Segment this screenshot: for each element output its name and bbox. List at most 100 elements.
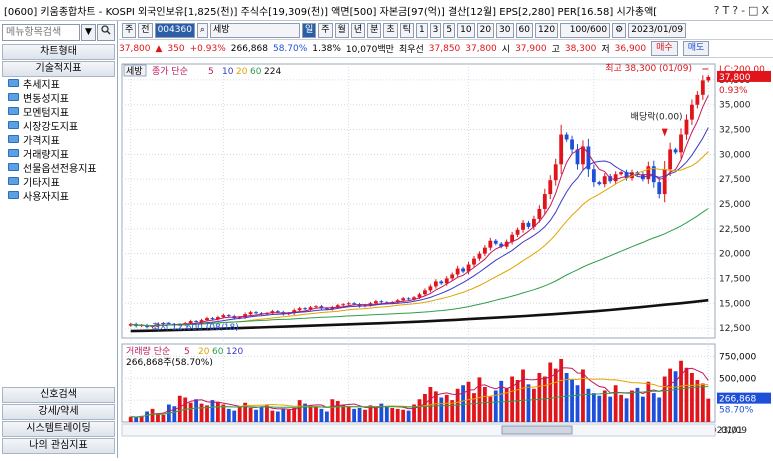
candle-body <box>673 149 678 153</box>
tree-item-volume[interactable]: 거래량지표 <box>2 146 115 161</box>
volume-bar <box>363 409 367 422</box>
text-icon[interactable]: T <box>722 4 729 17</box>
search-icon[interactable] <box>97 24 115 41</box>
candle-body <box>401 298 406 301</box>
volume-bar <box>177 395 182 422</box>
volume-bar <box>532 388 536 422</box>
candle-body <box>303 308 307 310</box>
system-trading-button[interactable]: 시스템트레이딩 <box>2 421 115 437</box>
interval-week-button[interactable]: 주 <box>318 22 333 38</box>
indicator-sidebar: 메뉴항목검색 ▼ 차트형태 기술적지표 추세지표 변동성지표 모멘텀지표 시장강… <box>0 21 118 458</box>
stock-name-field[interactable]: 세방 <box>209 22 300 38</box>
volume-bar <box>488 396 493 422</box>
volume-bar <box>335 401 340 422</box>
trade-amount: 10,070백만 <box>345 45 394 55</box>
interval-tick-button[interactable]: 틱 <box>399 22 414 38</box>
volume-bar <box>591 393 596 422</box>
candle-body <box>374 301 378 304</box>
candle-body <box>423 290 427 295</box>
bull-bear-button[interactable]: 강세/약세 <box>2 404 115 420</box>
search-icon[interactable]: ⌕ <box>196 22 208 38</box>
volume-bar <box>297 400 302 422</box>
candle-body <box>700 80 705 95</box>
close-icon[interactable]: X <box>761 4 769 17</box>
volume-bar <box>646 381 651 422</box>
interval-year-button[interactable]: 년 <box>350 22 366 38</box>
settings-icon[interactable]: ⚙ <box>612 22 627 38</box>
volume-bar <box>346 406 351 422</box>
tree-item-price[interactable]: 가격지표 <box>2 132 115 147</box>
stock-chart[interactable]: 37,50035,00032,50030,00027,50025,00022,5… <box>119 58 773 458</box>
interval-30-button[interactable]: 30 <box>496 22 514 38</box>
mode-select[interactable]: 전 <box>138 22 153 38</box>
price-tick-label: 22,500 <box>719 225 751 235</box>
volume-bar <box>651 393 656 422</box>
candle-body <box>248 312 253 315</box>
volume-bar <box>662 376 667 422</box>
volume-bar <box>526 384 531 422</box>
tree-item-volatility[interactable]: 변동성지표 <box>2 90 115 105</box>
volume-bar <box>417 399 422 422</box>
question-icon[interactable]: ? <box>732 4 738 17</box>
volume-bar <box>564 373 569 422</box>
tree-item-futures[interactable]: 선물옵션전용지표 <box>2 160 115 175</box>
interval-3-button[interactable]: 3 <box>429 22 442 38</box>
tree-item-momentum[interactable]: 모멘텀지표 <box>2 104 115 119</box>
sell-button[interactable]: 매도 <box>682 41 710 56</box>
candle-body <box>406 298 411 300</box>
candle-body <box>542 194 547 209</box>
period-select[interactable]: 주 <box>122 22 137 38</box>
tree-item-market-strength[interactable]: 시장강도지표 <box>2 118 115 133</box>
volume-bar <box>330 399 335 422</box>
buy-button[interactable]: 매수 <box>651 41 678 56</box>
volume-bar <box>156 414 160 422</box>
interval-minute-button[interactable]: 분 <box>367 22 382 38</box>
folder-icon <box>8 93 19 101</box>
interval-5-button[interactable]: 5 <box>443 22 456 38</box>
folder-icon <box>8 191 19 199</box>
open-label: 시 <box>501 45 511 55</box>
interval-second-button[interactable]: 초 <box>383 22 398 38</box>
candle-body <box>662 169 667 195</box>
candle-body <box>194 321 199 323</box>
interval-month-button[interactable]: 월 <box>334 22 349 38</box>
volume-bar <box>248 408 253 422</box>
my-indicator-button[interactable]: 나의 관심지표 <box>2 438 115 454</box>
help-icon[interactable]: ? <box>714 4 720 17</box>
interval-120-button[interactable]: 120 <box>534 22 559 38</box>
candle-body <box>597 182 602 185</box>
chart-toolbar: 주 전 004360 ⌕ 세방 일 주 월 년 분 초 틱 1 3 5 10 2… <box>119 21 773 40</box>
date-field[interactable]: 2023/01/09 <box>628 22 687 38</box>
interval-1-button[interactable]: 1 <box>415 22 428 38</box>
volume-bar <box>384 406 389 422</box>
volume-bar <box>145 411 149 422</box>
interval-20-button[interactable]: 20 <box>476 22 495 38</box>
minimize-icon[interactable]: - <box>741 4 745 17</box>
candle-body <box>254 312 258 314</box>
chart-type-tab[interactable]: 차트형태 <box>2 44 115 60</box>
candle-body <box>657 182 662 195</box>
volume-bar <box>684 367 689 422</box>
menu-search-input[interactable]: 메뉴항목검색 <box>2 24 80 41</box>
bar-count-field[interactable]: 100/600 <box>560 22 611 38</box>
candle-body <box>346 303 351 305</box>
tree-item-other[interactable]: 기타지표 <box>2 174 115 189</box>
volume-bar <box>602 390 607 422</box>
signal-search-button[interactable]: 신호검색 <box>2 387 115 403</box>
volume-bar <box>613 385 618 422</box>
low-label: 저 <box>601 45 610 55</box>
price-tick-label: 32,500 <box>719 126 751 136</box>
volume-ratio: 58.70% <box>272 43 308 54</box>
interval-60-button[interactable]: 60 <box>515 22 533 38</box>
dropdown-icon[interactable]: ▼ <box>81 24 96 41</box>
tree-item-user[interactable]: 사용자지표 <box>2 188 115 203</box>
interval-10-button[interactable]: 10 <box>457 22 475 38</box>
stock-code-input[interactable]: 004360 <box>154 22 195 38</box>
volume-bar <box>308 405 313 422</box>
volume-bar <box>319 408 324 422</box>
maximize-icon[interactable]: □ <box>748 4 758 17</box>
chart-area[interactable]: 37,50035,00032,50030,00027,50025,00022,5… <box>119 58 773 458</box>
tree-item-trend[interactable]: 추세지표 <box>2 76 115 91</box>
volume-last-label: 266,868 <box>719 395 756 405</box>
interval-day-button[interactable]: 일 <box>301 22 317 38</box>
